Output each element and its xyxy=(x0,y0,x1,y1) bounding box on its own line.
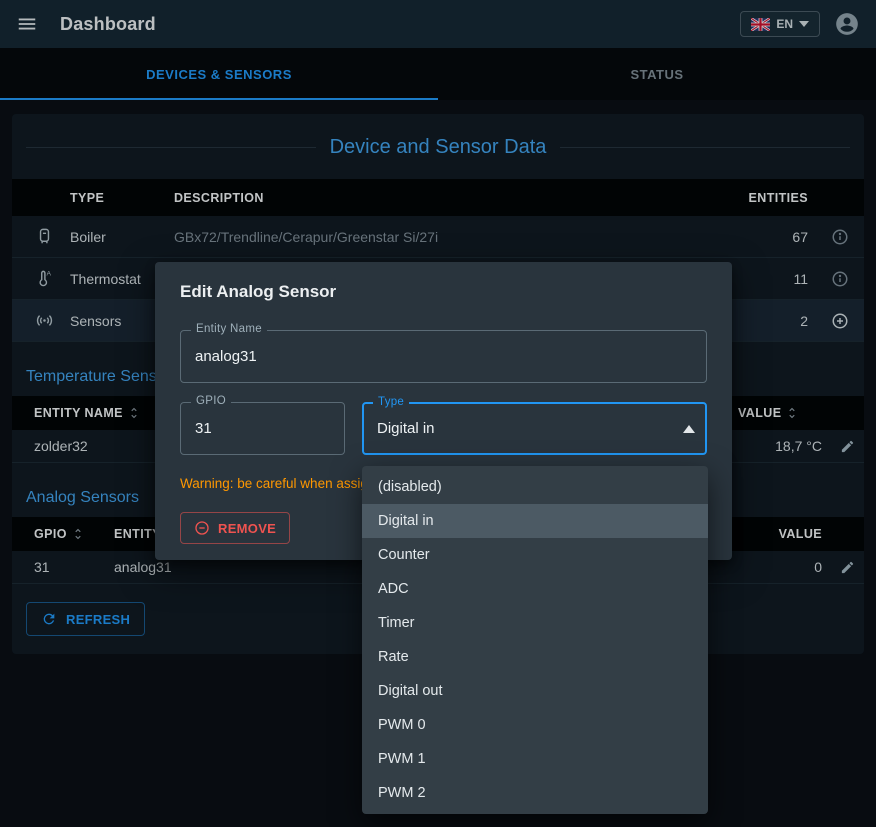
remove-button[interactable]: REMOVE xyxy=(180,512,290,544)
gpio-field[interactable]: GPIO xyxy=(180,402,345,455)
entity-name-field[interactable]: Entity Name xyxy=(180,330,707,383)
gpio-label: GPIO xyxy=(191,395,231,407)
menu-item-digital-in[interactable]: Digital in xyxy=(362,504,708,538)
type-label: Type xyxy=(373,396,409,408)
menu-item-timer[interactable]: Timer xyxy=(362,606,708,640)
type-select[interactable]: Type Digital in xyxy=(362,402,707,455)
menu-item-disabled[interactable]: (disabled) xyxy=(362,470,708,504)
entity-name-input[interactable] xyxy=(195,348,692,365)
menu-item-pwm1[interactable]: PWM 1 xyxy=(362,742,708,776)
menu-item-digital-out[interactable]: Digital out xyxy=(362,674,708,708)
type-dropdown-menu: (disabled) Digital in Counter ADC Timer … xyxy=(362,466,708,814)
type-selected-value: Digital in xyxy=(377,420,435,437)
menu-item-pwm0[interactable]: PWM 0 xyxy=(362,708,708,742)
dialog-title: Edit Analog Sensor xyxy=(155,262,732,302)
entity-name-label: Entity Name xyxy=(191,323,267,335)
menu-item-rate[interactable]: Rate xyxy=(362,640,708,674)
remove-circle-icon xyxy=(194,520,210,536)
menu-item-counter[interactable]: Counter xyxy=(362,538,708,572)
menu-item-pwm2[interactable]: PWM 2 xyxy=(362,776,708,810)
menu-item-adc[interactable]: ADC xyxy=(362,572,708,606)
caret-up-icon xyxy=(683,425,695,433)
gpio-input[interactable] xyxy=(195,420,330,437)
